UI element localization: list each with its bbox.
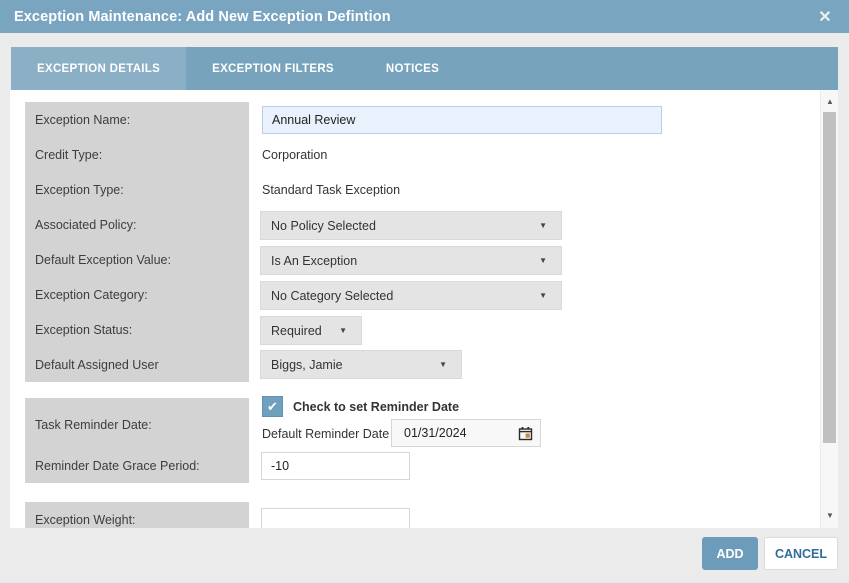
reminder-grace-period-label: Reminder Date Grace Period:: [35, 459, 200, 473]
tab-exception-filters[interactable]: EXCEPTION FILTERS: [186, 47, 360, 90]
scrollbar-thumb[interactable]: [823, 112, 836, 443]
default-reminder-date-field[interactable]: 01/31/2024: [391, 419, 541, 447]
credit-type-label: Credit Type:: [35, 148, 103, 162]
dialog-title: Exception Maintenance: Add New Exception…: [14, 8, 391, 25]
vertical-scrollbar[interactable]: ▲ ▼: [820, 90, 838, 528]
exception-weight-label: Exception Weight:: [35, 513, 136, 527]
associated-policy-label: Associated Policy:: [35, 218, 137, 232]
exception-weight-input[interactable]: [261, 508, 410, 528]
calendar-icon[interactable]: [518, 426, 533, 441]
add-button[interactable]: ADD: [702, 537, 758, 570]
tab-exception-details[interactable]: EXCEPTION DETAILS: [11, 47, 187, 90]
default-reminder-date-value: 01/31/2024: [404, 426, 467, 440]
default-exception-value-dropdown[interactable]: Is An Exception ▼: [260, 246, 562, 275]
exception-status-label: Exception Status:: [35, 323, 133, 337]
reminder-grace-period-input[interactable]: [261, 452, 410, 480]
exception-category-selected: No Category Selected: [271, 288, 394, 303]
reminder-date-checkbox[interactable]: ✔: [262, 396, 283, 417]
default-assigned-user-label: Default Assigned User: [35, 358, 159, 372]
label-panel-main: [25, 102, 249, 382]
chevron-down-icon: ▼: [339, 326, 347, 335]
associated-policy-dropdown[interactable]: No Policy Selected ▼: [260, 211, 562, 240]
chevron-down-icon: ▼: [539, 291, 547, 300]
exception-type-label: Exception Type:: [35, 183, 124, 197]
chevron-down-icon: ▼: [539, 256, 547, 265]
dialog-titlebar: Exception Maintenance: Add New Exception…: [0, 0, 849, 33]
chevron-down-icon: ▼: [439, 360, 447, 369]
default-reminder-date-label: Default Reminder Date: [262, 427, 390, 441]
default-exception-value-selected: Is An Exception: [271, 253, 358, 268]
default-assigned-user-dropdown[interactable]: Biggs, Jamie ▼: [260, 350, 462, 379]
exception-type-value: Standard Task Exception: [262, 183, 401, 197]
credit-type-value: Corporation: [262, 148, 328, 162]
exception-name-label: Exception Name:: [35, 113, 131, 127]
close-icon[interactable]: ✕: [813, 0, 837, 33]
exception-category-dropdown[interactable]: No Category Selected ▼: [260, 281, 562, 310]
exception-status-selected: Required: [271, 323, 322, 338]
exception-status-dropdown[interactable]: Required ▼: [260, 316, 362, 345]
tabstrip: EXCEPTION DETAILS EXCEPTION FILTERS NOTI…: [11, 47, 838, 90]
exception-name-input[interactable]: [262, 106, 662, 134]
form-content: Exception Name: Credit Type: Exception T…: [10, 90, 838, 528]
checkmark-icon: ✔: [267, 398, 278, 414]
exception-maintenance-dialog: Exception Maintenance: Add New Exception…: [0, 0, 849, 583]
associated-policy-selected: No Policy Selected: [271, 218, 376, 233]
scroll-up-icon[interactable]: ▲: [821, 93, 838, 109]
exception-category-label: Exception Category:: [35, 288, 148, 302]
default-assigned-user-selected: Biggs, Jamie: [271, 357, 343, 372]
default-exception-value-label: Default Exception Value:: [35, 253, 171, 267]
task-reminder-date-label: Task Reminder Date:: [35, 418, 152, 432]
scroll-down-icon[interactable]: ▼: [821, 507, 838, 523]
tab-notices[interactable]: NOTICES: [360, 47, 465, 90]
cancel-button[interactable]: CANCEL: [764, 537, 838, 570]
chevron-down-icon: ▼: [539, 221, 547, 230]
reminder-date-checkbox-label: Check to set Reminder Date: [293, 400, 460, 414]
